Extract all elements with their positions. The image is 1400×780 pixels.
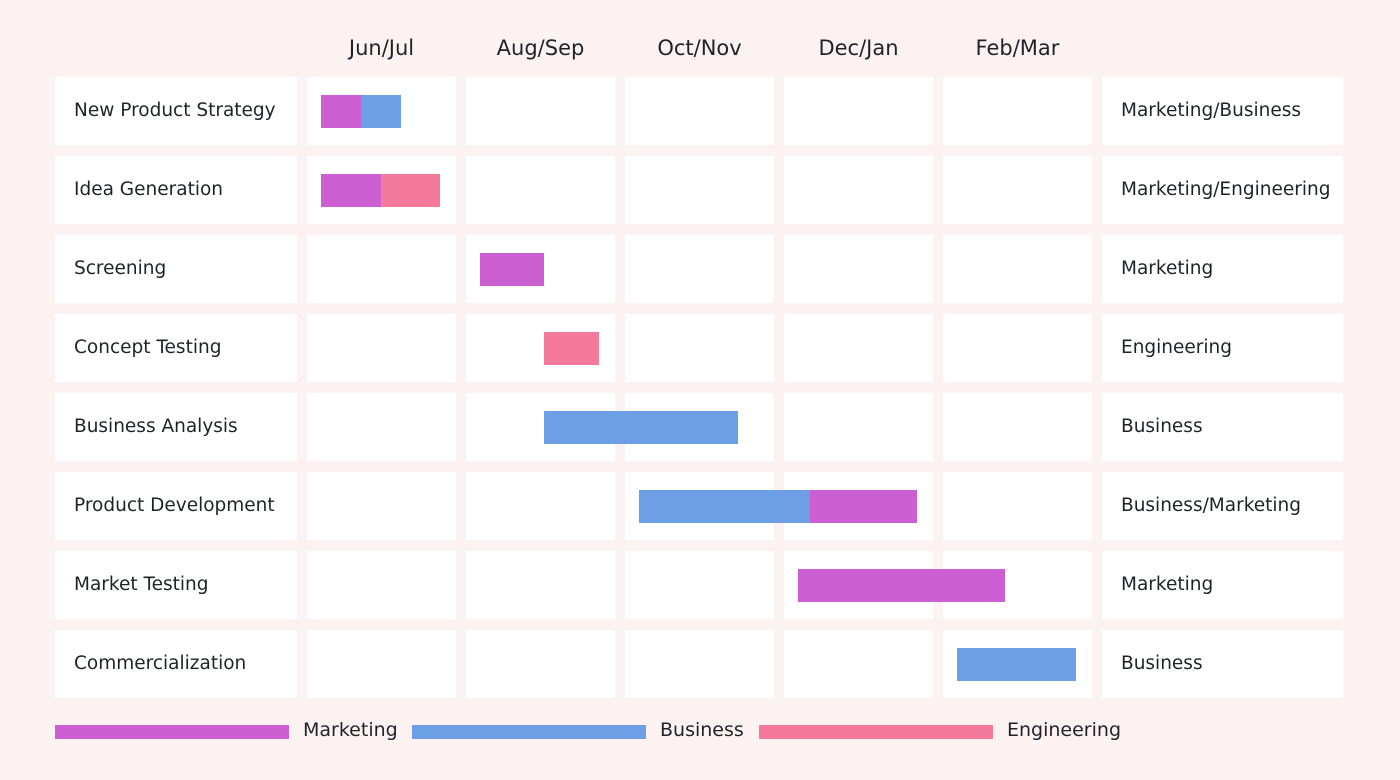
task-name: Screening bbox=[74, 258, 167, 279]
task-owner: Business/Marketing bbox=[1121, 495, 1302, 516]
task-owner: Business bbox=[1121, 416, 1203, 437]
legend-label-engineering: Engineering bbox=[1007, 719, 1121, 741]
period-header: Jun/Jul bbox=[348, 36, 415, 60]
task-owner: Engineering bbox=[1121, 337, 1232, 358]
period-header: Aug/Sep bbox=[496, 36, 585, 60]
timeline-cell bbox=[625, 314, 774, 382]
bar-business bbox=[639, 490, 810, 523]
task-owner: Marketing/Engineering bbox=[1121, 179, 1331, 200]
timeline-cell bbox=[943, 235, 1092, 303]
task-name: Market Testing bbox=[74, 574, 209, 595]
bar-engineering bbox=[380, 174, 441, 207]
timeline-cell bbox=[943, 472, 1092, 540]
bar-business bbox=[543, 411, 739, 444]
timeline-cell bbox=[943, 156, 1092, 224]
bar-business bbox=[957, 648, 1077, 681]
timeline-cell bbox=[307, 235, 456, 303]
bar-marketing bbox=[321, 174, 381, 207]
timeline-cell bbox=[784, 314, 933, 382]
legend-label-marketing: Marketing bbox=[303, 719, 398, 741]
timeline-cell bbox=[307, 472, 456, 540]
timeline-cell bbox=[784, 393, 933, 461]
timeline-cell bbox=[307, 551, 456, 619]
legend-swatch-business bbox=[412, 725, 646, 739]
timeline-cell bbox=[625, 77, 774, 145]
bar-marketing bbox=[321, 95, 361, 128]
period-header: Oct/Nov bbox=[657, 36, 742, 60]
task-name: Product Development bbox=[74, 495, 275, 516]
period-header: Feb/Mar bbox=[975, 36, 1060, 60]
task-name: Business Analysis bbox=[74, 416, 238, 437]
timeline-cell bbox=[307, 314, 456, 382]
timeline-cell bbox=[784, 630, 933, 698]
timeline-cell bbox=[625, 235, 774, 303]
timeline-cell bbox=[466, 630, 615, 698]
legend-label-business: Business bbox=[660, 719, 744, 741]
legend-swatch-engineering bbox=[759, 725, 993, 739]
timeline-cell bbox=[784, 77, 933, 145]
timeline-cell bbox=[466, 472, 615, 540]
legend-swatch-marketing bbox=[55, 725, 289, 739]
bar-business bbox=[360, 95, 401, 128]
task-name: Commercialization bbox=[74, 653, 247, 674]
timeline-cell bbox=[307, 630, 456, 698]
task-owner: Marketing bbox=[1121, 258, 1214, 279]
timeline-cell bbox=[466, 156, 615, 224]
task-name: New Product Strategy bbox=[74, 100, 276, 121]
timeline-cell bbox=[625, 630, 774, 698]
task-owner: Marketing bbox=[1121, 574, 1214, 595]
timeline-cell bbox=[943, 393, 1092, 461]
timeline-cell bbox=[307, 393, 456, 461]
period-header: Dec/Jan bbox=[818, 36, 899, 60]
task-name: Idea Generation bbox=[74, 179, 224, 200]
timeline-cell bbox=[466, 551, 615, 619]
task-owner: Marketing/Business bbox=[1121, 100, 1302, 121]
bar-marketing bbox=[480, 253, 544, 286]
bar-engineering bbox=[543, 332, 600, 365]
bar-marketing bbox=[809, 490, 918, 523]
timeline-cell bbox=[625, 156, 774, 224]
task-name: Concept Testing bbox=[74, 337, 222, 358]
timeline-cell bbox=[943, 314, 1092, 382]
task-owner: Business bbox=[1121, 653, 1203, 674]
bar-marketing bbox=[798, 569, 1005, 602]
timeline-cell bbox=[943, 77, 1092, 145]
timeline-cell bbox=[625, 551, 774, 619]
timeline-cell bbox=[784, 235, 933, 303]
timeline-cell bbox=[784, 156, 933, 224]
timeline-cell bbox=[466, 77, 615, 145]
